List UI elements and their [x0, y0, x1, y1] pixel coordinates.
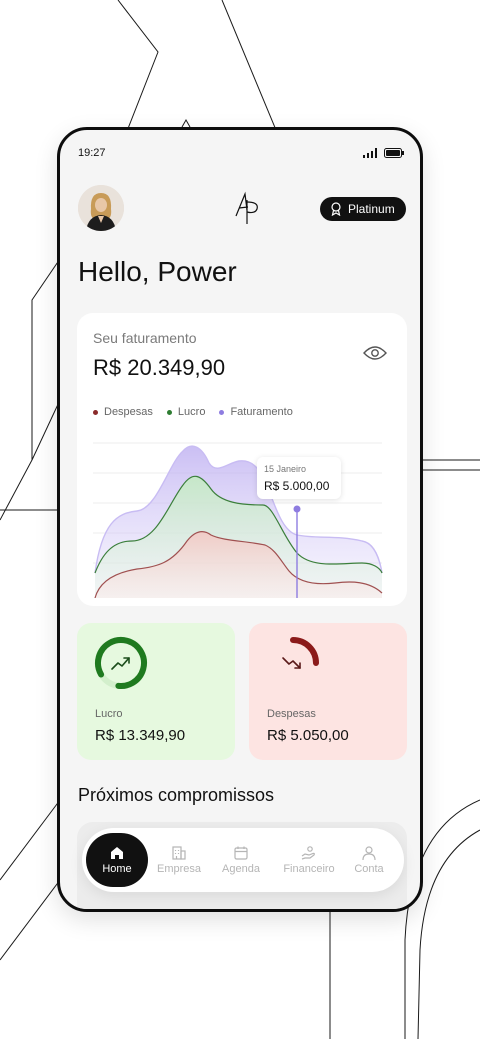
award-icon [331, 202, 341, 216]
trending-down-icon [282, 657, 301, 669]
legend-label-despesas: Despesas [104, 406, 153, 418]
expense-label: Despesas [267, 708, 316, 720]
user-icon [362, 846, 376, 861]
chart-legend: Despesas Lucro Faturamento [93, 406, 293, 418]
signal-icon [363, 148, 377, 158]
chart-tooltip: 15 Janeiro R$ 5.000,00 [257, 457, 341, 499]
legend-item-despesas: Despesas [93, 406, 153, 418]
hand-coins-icon [301, 846, 315, 860]
avatar[interactable] [78, 185, 124, 231]
expense-card[interactable]: Despesas R$ 5.050,00 [249, 623, 407, 760]
nav-label-financeiro: Financeiro [283, 863, 335, 875]
battery-icon [384, 148, 404, 158]
expense-value: R$ 5.050,00 [267, 727, 349, 744]
section-title-appointments: Próximos compromissos [78, 785, 275, 805]
greeting-title: Hello, Power [78, 256, 237, 287]
profit-ring-arc [95, 637, 147, 689]
legend-item-lucro: Lucro [166, 406, 206, 418]
nav-item-conta[interactable]: Conta [338, 833, 400, 887]
nav-item-home[interactable]: Home [86, 833, 148, 887]
legend-label-lucro: Lucro [177, 406, 206, 418]
phone-frame: 19:27 Platinum Hello, Power Seu faturame… [57, 127, 423, 912]
bottom-nav: Home Empresa Agenda Financeiro Conta [82, 828, 404, 892]
nav-item-agenda[interactable]: Agenda [210, 833, 272, 887]
tooltip-date: 15 Janeiro [264, 464, 307, 474]
nav-label-home: Home [102, 863, 132, 875]
revenue-value: R$ 20.349,90 [93, 355, 226, 380]
revenue-card: Seu faturamento R$ 20.349,90 Despesas Lu… [77, 313, 407, 606]
profit-label: Lucro [95, 708, 123, 720]
revenue-area-chart[interactable] [77, 423, 407, 598]
trending-up-icon [111, 657, 130, 670]
profit-value: R$ 13.349,90 [95, 727, 186, 744]
legend-dot-despesas [93, 409, 98, 415]
building-icon [172, 846, 186, 860]
brand-logo [235, 191, 258, 224]
eye-icon[interactable] [363, 345, 387, 361]
nav-label-empresa: Empresa [156, 863, 202, 875]
nav-label-conta: Conta [354, 863, 384, 875]
profit-ring [95, 637, 147, 689]
avatar-image [78, 185, 124, 231]
nav-item-financeiro[interactable]: Financeiro [274, 833, 344, 887]
status-bar: 19:27 [60, 130, 420, 170]
platinum-badge[interactable]: Platinum [320, 197, 406, 221]
nav-item-empresa[interactable]: Empresa [148, 833, 210, 887]
profit-card[interactable]: Lucro R$ 13.349,90 [77, 623, 235, 760]
nav-label-agenda: Agenda [222, 863, 260, 875]
legend-label-faturamento: Faturamento [230, 406, 293, 418]
legend-dot-lucro [166, 409, 172, 415]
legend-dot-faturamento [219, 409, 225, 415]
badge-label: Platinum [348, 202, 395, 216]
calendar-icon [234, 846, 248, 860]
tooltip-value: R$ 5.000,00 [264, 479, 330, 493]
expense-ring [267, 637, 319, 689]
home-icon [111, 847, 123, 859]
tooltip-point[interactable] [293, 505, 301, 513]
legend-item-faturamento: Faturamento [219, 406, 293, 418]
revenue-label: Seu faturamento [93, 330, 197, 346]
status-time: 19:27 [78, 147, 106, 159]
